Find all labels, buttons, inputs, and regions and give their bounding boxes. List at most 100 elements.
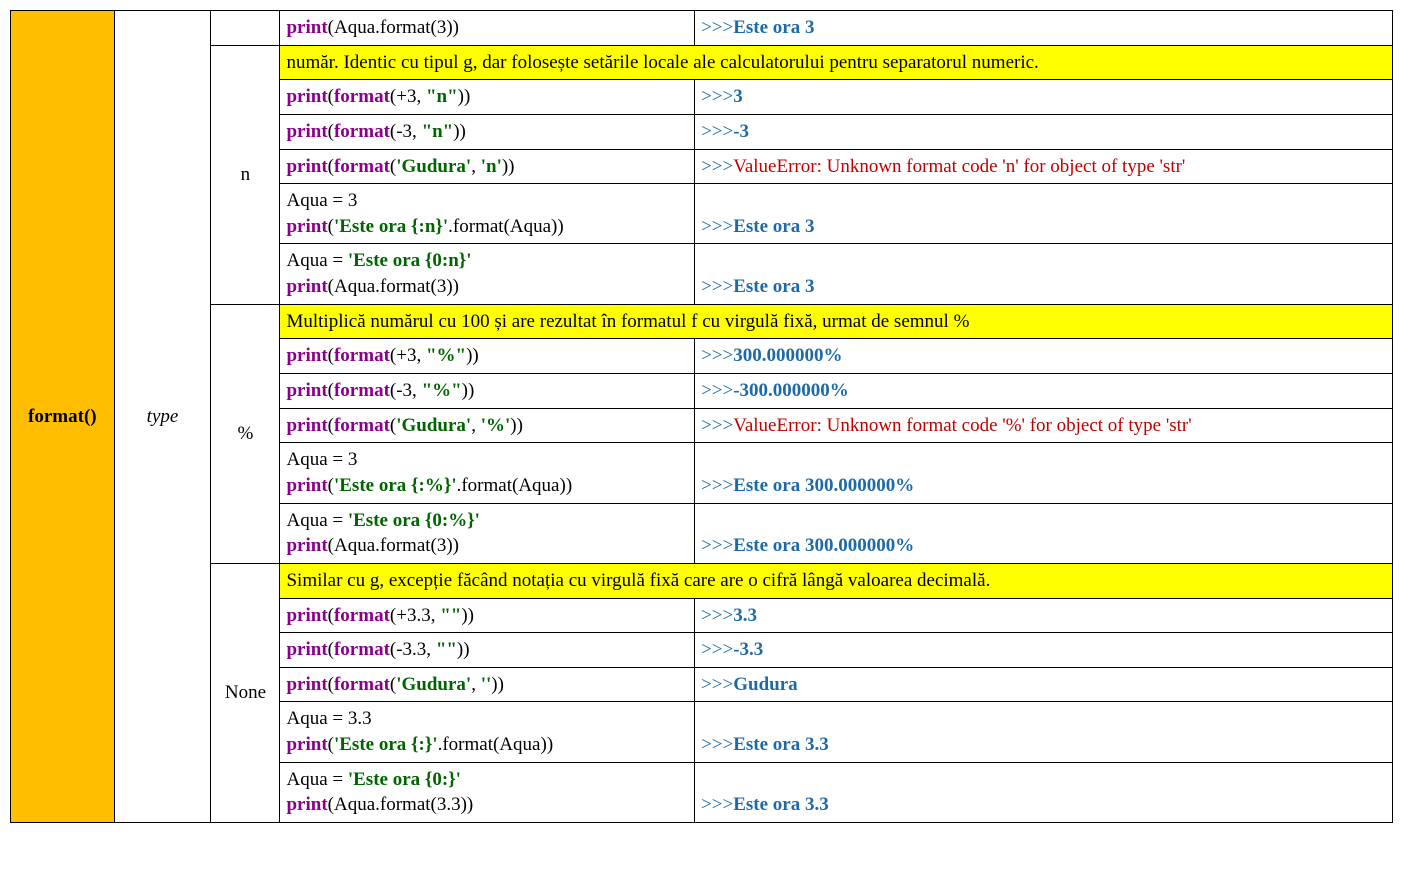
format-spec-cell: n [211,45,280,304]
code-token: (-3, [390,380,422,401]
code-cell: print(format('Gudura', '%')) [280,408,695,443]
section-description-row: NoneSimilar cu g, excepție făcând notați… [11,563,1393,598]
code-token: format [334,605,390,626]
code-token: format [334,380,390,401]
output-cell: >>>3 [695,80,1393,115]
code-token: print [286,17,327,38]
code-token: print [286,276,327,297]
output-cell: >>>-3 [695,114,1393,149]
code-token: format [334,674,390,695]
output-value: -3 [733,121,749,142]
code-cell: print(format('Gudura', '')) [280,667,695,702]
code-token: print [286,639,327,660]
code-token: (Aqua.format(3)) [328,17,459,38]
code-token: .format(Aqua)) [448,216,564,237]
code-token: , [471,156,481,177]
prompt: >>> [701,605,733,626]
param-name-cell: type [114,11,211,823]
code-cell: print(format(-3.3, "")) [280,633,695,668]
code-token: "" [436,639,457,660]
code-token: format [334,415,390,436]
code-token: "%" [426,345,466,366]
prompt: >>> [701,415,733,436]
prompt: >>> [701,475,733,496]
code-cell: print(format(-3, "n")) [280,114,695,149]
code-token: 'Gudura' [396,156,471,177]
code-token: )) [461,605,474,626]
code-token: , [471,415,481,436]
section-description: număr. Identic cu tipul g, dar folosește… [280,45,1393,80]
code-cell: print(format(+3.3, "")) [280,598,695,633]
code-token: )) [502,156,515,177]
output-value: Este ora 3 [733,216,814,237]
output-value: 300.000000% [733,345,842,366]
code-token: 'Este ora {:n}' [334,216,448,237]
code-cell: Aqua = 'Este ora {0:%}'print(Aqua.format… [280,503,695,563]
code-token: '%' [481,415,511,436]
format-reference-table: format()typeprint(Aqua.format(3))>>>Este… [10,10,1393,823]
code-cell: Aqua = 3print('Este ora {:%}'.format(Aqu… [280,443,695,503]
format-spec-cell [211,11,280,46]
code-token: (+3, [390,86,426,107]
code-token: format [334,86,390,107]
output-cell: >>>Este ora 3.3 [695,762,1393,822]
code-token: print [286,345,327,366]
prompt: >>> [701,380,733,401]
section-description-row: %Multiplică numărul cu 100 și are rezult… [11,304,1393,339]
output-cell: >>>Este ora 3 [695,11,1393,46]
code-token: print [286,216,327,237]
output-cell: >>>Este ora 3 [695,244,1393,304]
section-description: Similar cu g, excepție făcând notația cu… [280,563,1393,598]
code-token: format [334,156,390,177]
code-token: )) [462,380,475,401]
code-token: print [286,535,327,556]
output-cell: >>>ValueError: Unknown format code 'n' f… [695,149,1393,184]
prompt: >>> [701,156,733,177]
code-token: print [286,86,327,107]
code-token: )) [466,345,479,366]
code-token: format [334,121,390,142]
section-description-row: nnumăr. Identic cu tipul g, dar foloseșt… [11,45,1393,80]
output-value: ValueError: Unknown format code '%' for … [733,415,1191,436]
output-cell: >>>Este ora 300.000000% [695,443,1393,503]
code-token: Aqua = [286,250,347,271]
output-value: -300.000000% [733,380,849,401]
code-token: "" [440,605,461,626]
code-token: 'Gudura' [396,674,471,695]
format-spec-cell: None [211,563,280,822]
format-spec-cell: % [211,304,280,563]
output-value: Este ora 3 [733,276,814,297]
code-token: print [286,794,327,815]
code-token: Aqua = 3.3 [286,708,371,729]
code-token: print [286,605,327,626]
code-token: Aqua = [286,769,347,790]
prompt: >>> [701,674,733,695]
code-token: 'Este ora {0:}' [348,769,461,790]
code-token: (-3, [390,121,422,142]
output-value: Gudura [733,674,797,695]
output-cell: >>>ValueError: Unknown format code '%' f… [695,408,1393,443]
code-token: 'Este ora {0:n}' [348,250,472,271]
prompt: >>> [701,276,733,297]
code-token: format [334,639,390,660]
output-cell: >>>Este ora 300.000000% [695,503,1393,563]
code-token: "n" [422,121,454,142]
code-cell: Aqua = 'Este ora {0:}'print(Aqua.format(… [280,762,695,822]
code-token: )) [510,415,523,436]
code-cell: Aqua = 'Este ora {0:n}' print(Aqua.format… [280,244,695,304]
code-cell: Aqua = 3.3print('Este ora {:}'.format(Aq… [280,702,695,762]
code-token: (Aqua.format(3)) [328,276,459,297]
code-cell: print(format(+3, "%")) [280,339,695,374]
code-token: print [286,415,327,436]
output-cell: >>>Este ora 3 [695,184,1393,244]
code-token: (+3, [390,345,426,366]
code-token: '' [481,674,492,695]
code-token: print [286,674,327,695]
prompt: >>> [701,345,733,366]
example-row: format()typeprint(Aqua.format(3))>>>Este… [11,11,1393,46]
code-token: )) [453,121,466,142]
prompt: >>> [701,86,733,107]
output-value: Este ora 3.3 [733,734,829,755]
code-token: format [334,345,390,366]
func-name-cell: format() [11,11,115,823]
